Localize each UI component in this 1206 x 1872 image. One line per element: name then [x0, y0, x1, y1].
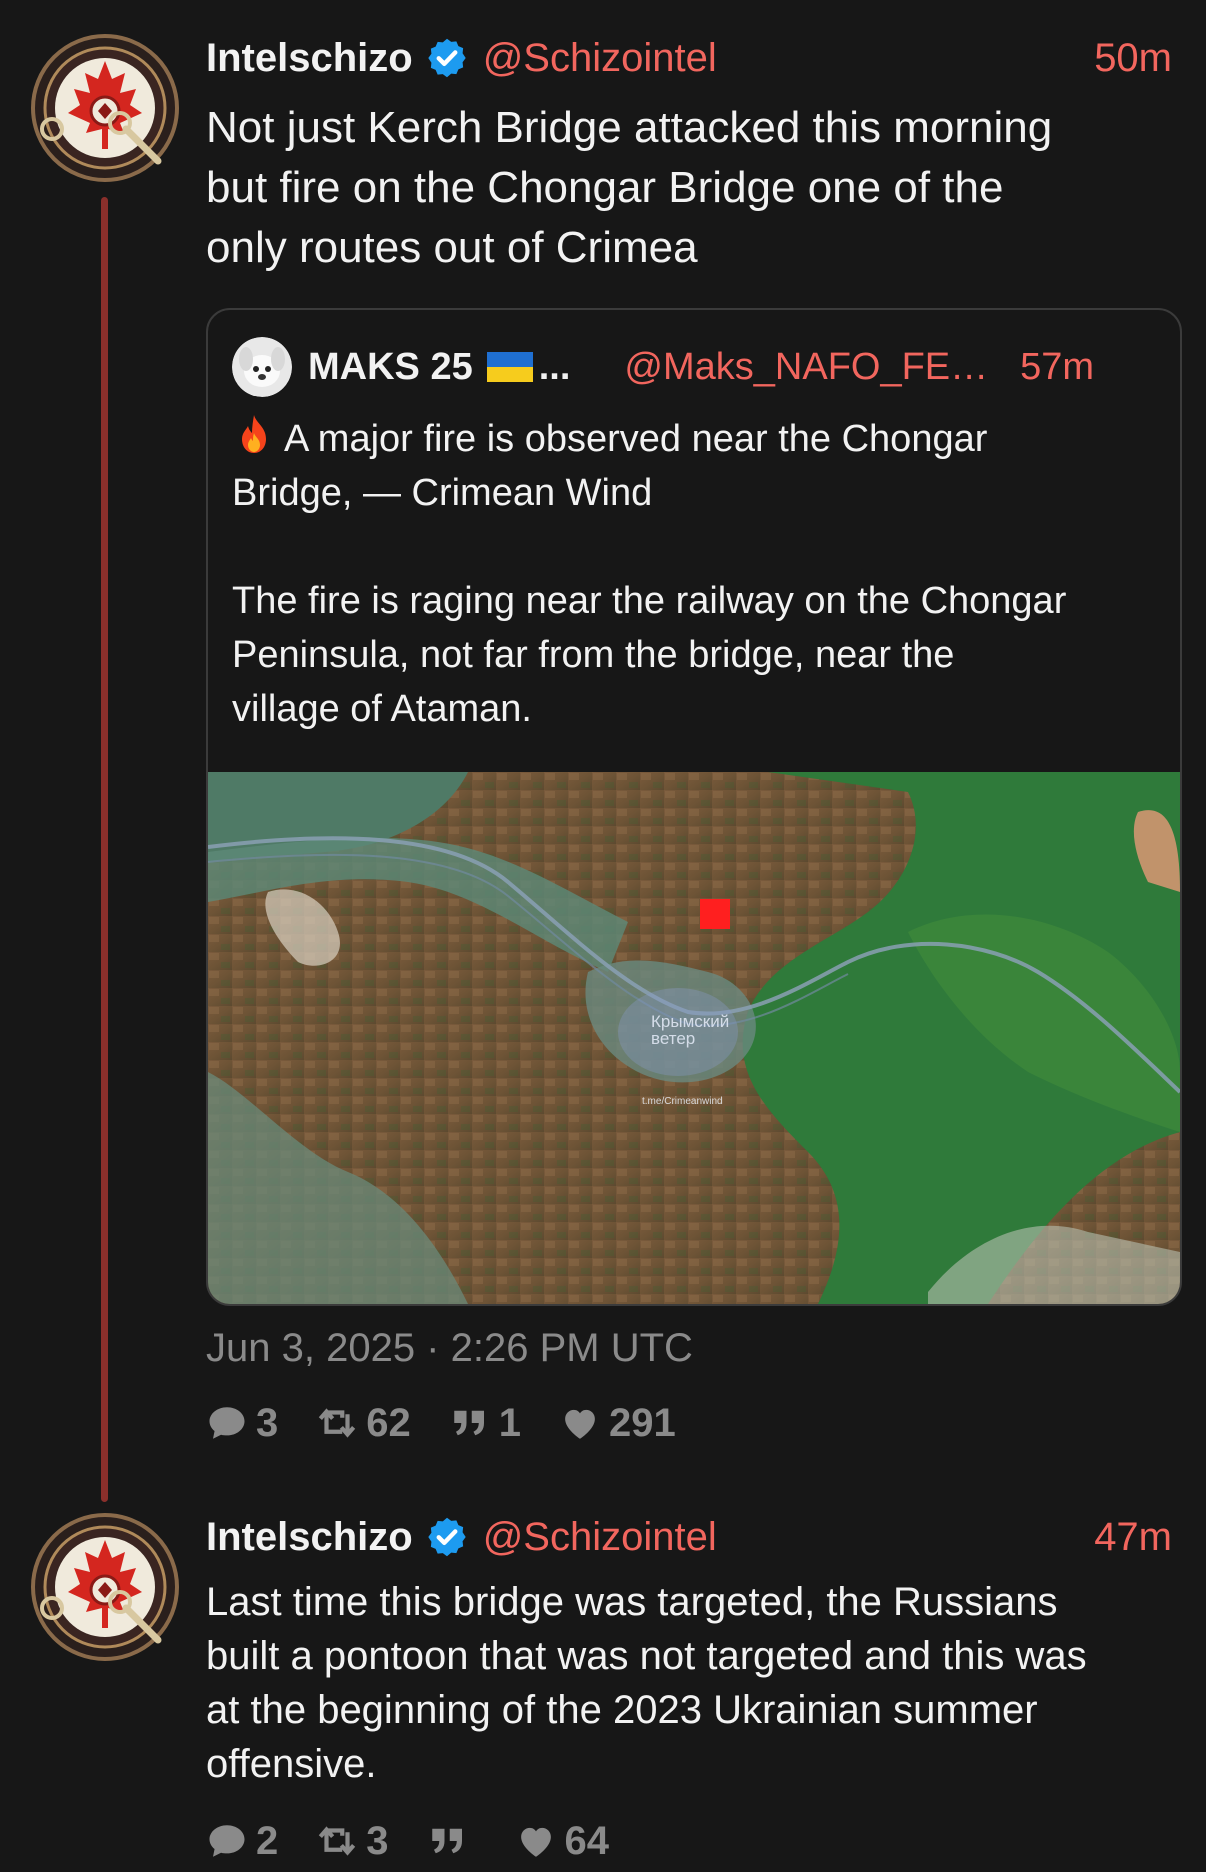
verified-badge-icon	[425, 36, 469, 80]
post-date[interactable]: Jun 3, 2025 · 2:26 PM UTC	[206, 1326, 693, 1371]
quote-button[interactable]: 1	[449, 1401, 521, 1446]
repost-icon	[316, 1402, 358, 1444]
white-dog-avatar-icon[interactable]	[232, 337, 292, 397]
author-handle[interactable]: @Schizointel	[483, 36, 717, 81]
satellite-map-image[interactable]: Крымский ветер t.me/Crimeanwind	[208, 772, 1180, 1304]
post-stats: 2 3 64	[206, 1816, 647, 1866]
quote-button[interactable]	[427, 1820, 477, 1862]
quoted-post[interactable]: MAKS 25 ... @Maks_NAFO_FE… 57m A major f…	[206, 308, 1182, 1306]
verified-badge-icon	[425, 1515, 469, 1559]
repost-count: 62	[366, 1400, 411, 1445]
repost-button[interactable]: 3	[316, 1818, 389, 1864]
maple-leaf-crest-icon	[30, 33, 180, 183]
like-button[interactable]: 291	[559, 1401, 676, 1446]
repost-icon	[316, 1820, 358, 1862]
post-stats: 3 62 1 291	[206, 1398, 714, 1448]
author-avatar[interactable]	[30, 1512, 180, 1662]
watermark-title-line2: ветер	[651, 1029, 695, 1048]
thread-connector-line	[101, 197, 108, 1502]
fire-location-marker	[700, 899, 730, 929]
reply-button[interactable]: 2	[206, 1819, 278, 1864]
reply-icon	[206, 1402, 248, 1444]
heart-icon	[559, 1402, 601, 1444]
reply-count: 2	[256, 1818, 279, 1863]
post-time[interactable]: 50m	[1094, 36, 1172, 81]
maple-leaf-crest-icon	[30, 1512, 180, 1662]
repost-count: 3	[366, 1818, 389, 1863]
quoted-author-handle[interactable]: @Maks_NAFO_FE…	[624, 346, 988, 389]
watermark-url: t.me/Crimeanwind	[642, 1096, 723, 1107]
quoted-post-text: A major fire is observed near the Chonga…	[232, 412, 1156, 736]
reply-icon	[206, 1820, 248, 1862]
heart-icon	[515, 1820, 557, 1862]
ukraine-flag-icon	[486, 352, 533, 382]
post-text: Not just Kerch Bridge attacked this morn…	[206, 103, 1053, 272]
name-ellipsis: ...	[538, 345, 571, 388]
author-name[interactable]: Intelschizo	[206, 36, 413, 81]
like-count: 64	[564, 1818, 610, 1863]
like-button[interactable]: 64	[515, 1818, 610, 1864]
post-header: Intelschizo @Schizointel 47m	[206, 1512, 1172, 1562]
author-avatar[interactable]	[30, 33, 180, 183]
quote-icon	[427, 1820, 469, 1862]
like-count: 291	[609, 1400, 676, 1445]
author-handle[interactable]: @Schizointel	[483, 1515, 717, 1560]
reply-button[interactable]: 3	[206, 1401, 278, 1446]
quoted-post-time[interactable]: 57m	[1020, 346, 1094, 389]
post-header: Intelschizo @Schizointel 50m	[206, 33, 1172, 83]
quoted-author-name[interactable]: MAKS 25	[308, 346, 473, 389]
quote-count: 1	[498, 1400, 521, 1445]
post-text: Last time this bridge was targeted, the …	[206, 1580, 1087, 1786]
quoted-post-header: MAKS 25 ... @Maks_NAFO_FE… 57m	[232, 334, 1154, 400]
post-time[interactable]: 47m	[1094, 1515, 1172, 1560]
author-name[interactable]: Intelschizo	[206, 1515, 413, 1560]
quoted-text-body: The fire is raging near the railway on t…	[232, 580, 1067, 730]
quote-icon	[449, 1402, 491, 1444]
repost-button[interactable]: 62	[316, 1401, 411, 1446]
fire-icon	[242, 415, 266, 453]
quoted-text-line1: A major fire is observed near the Chonga…	[232, 418, 988, 514]
reply-count: 3	[256, 1400, 279, 1445]
